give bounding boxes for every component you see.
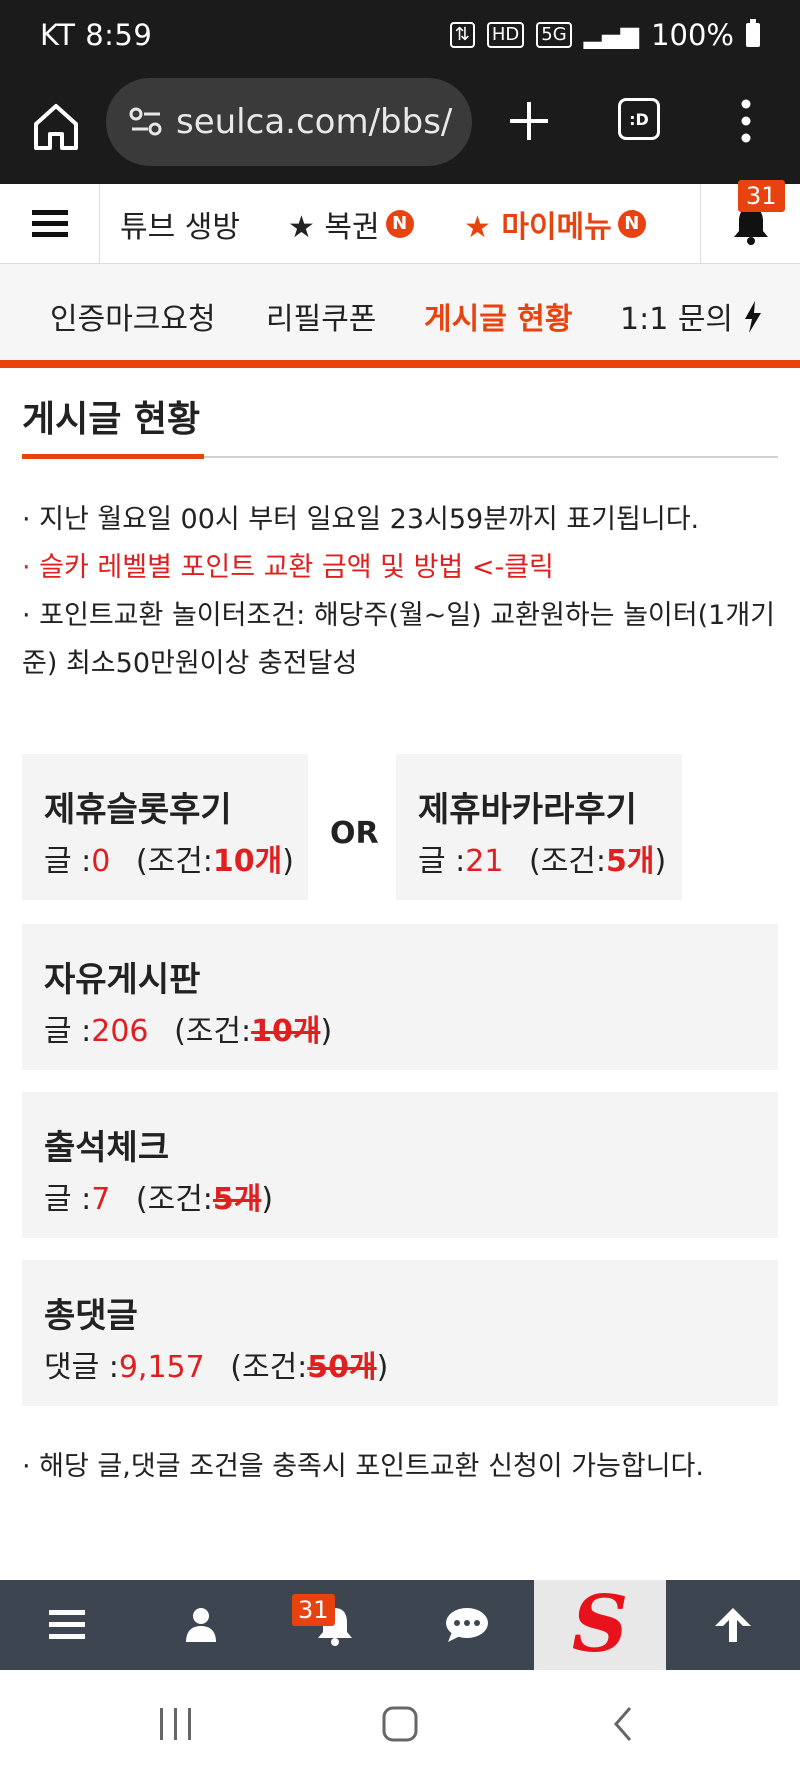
new-tab-icon[interactable]	[506, 98, 552, 144]
tab-post-status[interactable]: 게시글 현황	[424, 294, 572, 338]
tab-verification-mark[interactable]: 인증마크요청	[50, 294, 216, 338]
bottom-notification-button[interactable]	[268, 1580, 402, 1670]
battery-icon	[746, 19, 760, 47]
card-title: 제휴슬롯후기	[44, 790, 232, 830]
home-system-icon[interactable]	[380, 1704, 420, 1744]
stat-card-total-comments: 총댓글 댓글 :9,157 (조건:50개)	[22, 1260, 778, 1406]
site-logo-mark: S	[571, 1579, 629, 1670]
post-count: 206	[91, 1014, 149, 1049]
tab-inquiry[interactable]: 1:1 문의	[620, 294, 763, 338]
card-title: 자유게시판	[44, 960, 201, 1000]
post-count: 0	[91, 844, 111, 879]
notice-list: · 지난 월요일 00시 부터 일요일 23시59분까지 표기됩니다. · 슬카…	[22, 496, 778, 688]
list-menu-icon	[49, 1610, 85, 1639]
notice-period: · 지난 월요일 00시 부터 일요일 23시59분까지 표기됩니다.	[22, 504, 700, 535]
signal-icon: ▂▄▆	[583, 21, 640, 49]
notification-count-badge: 31	[292, 1594, 335, 1626]
carrier-time: KT 8:59	[40, 18, 153, 52]
recent-apps-icon[interactable]	[156, 1706, 196, 1742]
hamburger-icon	[31, 204, 68, 243]
stat-card-baccarat-review: 제휴바카라후기 글 :21 (조건:5개)	[396, 754, 682, 900]
notification-count-badge: 31	[738, 180, 785, 212]
card-count-line: 글 :21 (조건:5개)	[418, 844, 667, 879]
nav-lottery[interactable]: ★ 복권 N	[288, 202, 414, 246]
nav-tube-live[interactable]: 튜브 생방	[120, 202, 240, 246]
bottom-profile-button[interactable]	[134, 1580, 268, 1670]
bottom-menu-button[interactable]	[0, 1580, 134, 1670]
address-bar[interactable]: seulca.com/bbs/	[106, 78, 472, 166]
card-count-line: 글 :206 (조건:10개)	[44, 1014, 333, 1049]
condition-value: 10개	[212, 844, 283, 879]
user-icon	[186, 1608, 216, 1642]
more-menu-icon[interactable]	[736, 96, 756, 146]
sub-nav: 인증마크요청 리필쿠폰 게시글 현황 1:1 문의	[0, 264, 800, 360]
new-badge: N	[385, 209, 414, 238]
stat-card-slot-review: 제휴슬롯후기 글 :0 (조건:10개)	[22, 754, 308, 900]
home-icon[interactable]	[28, 98, 84, 154]
condition-value-met: 50개	[307, 1350, 377, 1385]
stat-card-attendance: 출석체크 글 :7 (조건:5개)	[22, 1092, 778, 1238]
condition-value-met: 5개	[212, 1182, 262, 1217]
notice-condition: · 포인트교환 놀이터조건: 해당주(월~일) 교환원하는 놀이터(1개기준) …	[22, 600, 775, 679]
card-title: 제휴바카라후기	[418, 790, 637, 830]
card-count-line: 글 :7 (조건:5개)	[44, 1182, 274, 1217]
footer-note: · 해당 글,댓글 조건을 충족시 포인트교환 신청이 가능합니다.	[22, 1451, 704, 1482]
hd-icon: HD	[486, 22, 525, 48]
url-text: seulca.com/bbs/	[176, 102, 453, 142]
browser-toolbar: seulca.com/bbs/ :D	[0, 74, 800, 184]
card-count-line: 글 :0 (조건:10개)	[44, 844, 294, 879]
card-count-line: 댓글 :9,157 (조건:50개)	[44, 1350, 389, 1385]
card-title: 출석체크	[44, 1128, 170, 1168]
site-logo[interactable]: S	[534, 1580, 666, 1670]
battery-level: 100%	[651, 18, 734, 52]
lightning-icon	[744, 301, 761, 333]
post-count: 7	[91, 1182, 111, 1217]
site-top-nav: 튜브 생방 ★ 복권 N ★ 마이메뉴 N 31	[0, 180, 800, 264]
site-settings-icon[interactable]	[126, 102, 166, 142]
stat-card-free-board: 자유게시판 글 :206 (조건:10개)	[22, 924, 778, 1070]
or-label: OR	[330, 816, 379, 851]
chat-icon	[446, 1608, 488, 1642]
condition-value-met: 10개	[251, 1014, 321, 1049]
nav-my-menu[interactable]: ★ 마이메뉴 N	[464, 202, 646, 246]
bottom-chat-button[interactable]	[400, 1580, 534, 1670]
page-title: 게시글 현황	[22, 399, 201, 440]
network-5g-icon: 5G	[536, 22, 572, 48]
scroll-top-button[interactable]	[666, 1580, 800, 1670]
new-badge: N	[617, 209, 646, 238]
title-divider-accent	[22, 454, 204, 459]
arrow-up-icon	[715, 1608, 751, 1642]
sub-nav-underline	[0, 360, 800, 368]
card-title: 총댓글	[44, 1296, 138, 1336]
notice-exchange-link[interactable]: · 슬카 레벨별 포인트 교환 금액 및 방법 <-클릭	[22, 544, 778, 592]
tab-refill-coupon[interactable]: 리필쿠폰	[266, 294, 376, 338]
tabs-switcher-icon[interactable]: :D	[618, 98, 660, 140]
bottom-nav: 31 S	[0, 1580, 800, 1670]
post-count: 21	[465, 844, 504, 879]
status-bar: KT 8:59 ⇅ HD 5G ▂▄▆ 100%	[0, 0, 800, 74]
condition-value: 5개	[606, 844, 655, 879]
system-nav-bar	[0, 1670, 800, 1778]
data-saver-icon: ⇅	[449, 22, 475, 48]
comment-count: 9,157	[118, 1350, 205, 1385]
back-icon[interactable]	[608, 1704, 638, 1744]
menu-button[interactable]	[0, 183, 100, 264]
